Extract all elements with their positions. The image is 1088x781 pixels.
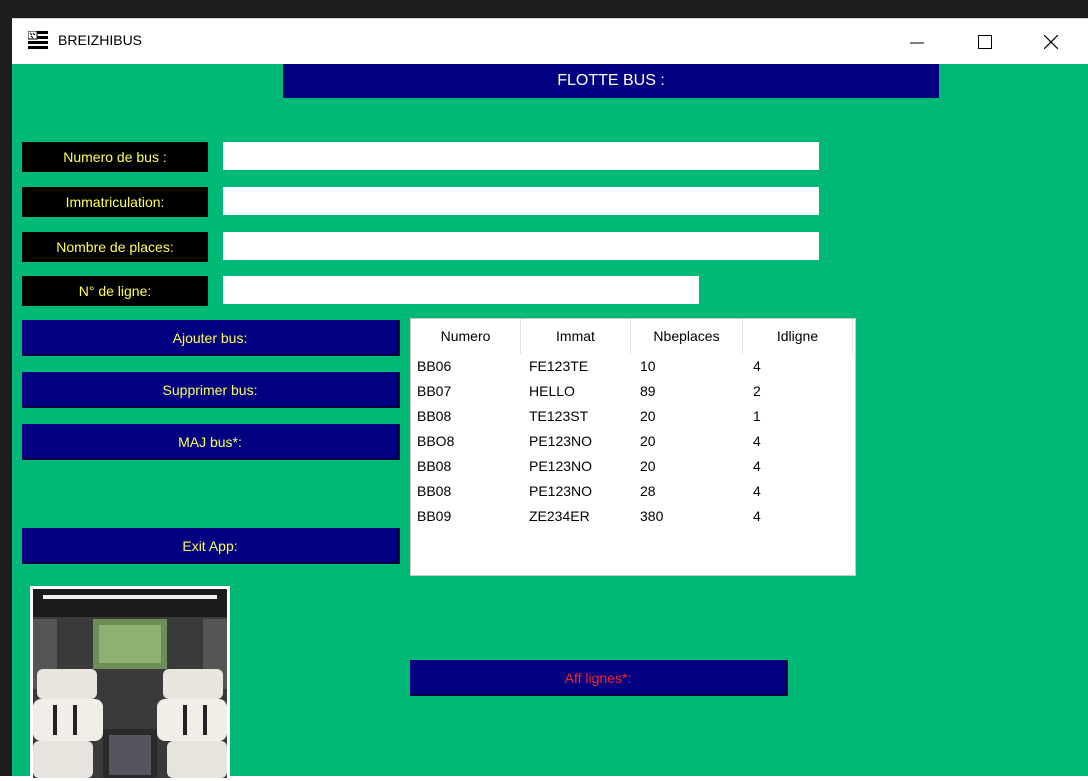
cell-idligne: 4 [753,458,761,474]
column-header-numero[interactable]: Numero [411,319,521,354]
cell-numero: BB07 [417,383,452,399]
cell-nbeplaces: 20 [640,458,656,474]
cell-idligne: 4 [753,433,761,449]
cell-idligne: 4 [753,358,761,374]
cell-numero: BBO8 [417,433,455,449]
client-area: FLOTTE BUS : Numero de bus : Immatricula… [12,64,1088,781]
immat-field[interactable] [223,187,819,215]
table-row[interactable]: BBO8 PE123NO 20 4 [411,429,857,454]
close-button[interactable] [1022,19,1082,65]
page-title: FLOTTE BUS : [283,64,939,98]
update-bus-button[interactable]: MAJ bus*: [22,424,400,460]
cell-immat: FE123TE [529,358,589,374]
column-header-nbeplaces[interactable]: Nbeplaces [631,319,743,354]
table-row[interactable]: BB08 PE123NO 20 4 [411,454,857,479]
close-icon [1044,35,1058,49]
cell-immat: PE123NO [529,458,593,474]
table-row[interactable]: BB09 ZE234ER 380 4 [411,504,857,529]
cell-numero: BB06 [417,358,452,374]
cell-numero: BB08 [417,458,452,474]
cell-immat: HELLO [529,383,575,399]
screen-frame-top [0,0,1088,18]
minimize-button[interactable] [888,19,948,65]
table-row[interactable]: BB08 PE123NO 28 4 [411,479,857,504]
column-header-immat[interactable]: Immat [521,319,631,354]
cell-nbeplaces: 89 [640,383,656,399]
cell-nbeplaces: 10 [640,358,656,374]
title-bar[interactable]: BREIZHIBUS [12,18,1088,65]
cell-nbeplaces: 20 [640,408,656,424]
bus-table[interactable]: Numero Immat Nbeplaces Idligne BB06 FE12… [410,318,856,576]
cell-immat: PE123NO [529,433,593,449]
numero-label: Numero de bus : [22,142,208,172]
app-flag-icon [28,31,48,49]
cell-idligne: 4 [753,483,761,499]
window-title: BREIZHIBUS [58,32,143,48]
app-window: BREIZHIBUS FLOTTE BUS : Numero de bus : … [12,18,1088,781]
cell-numero: BB09 [417,508,452,524]
show-lines-button[interactable]: Aff lignes*: [410,660,788,696]
exit-app-button[interactable]: Exit App: [22,528,400,564]
cell-immat: ZE234ER [529,508,590,524]
table-header: Numero Immat Nbeplaces Idligne [411,319,857,354]
maximize-icon [978,35,992,49]
maximize-button[interactable] [956,19,1016,65]
places-label: Nombre de places: [22,232,208,262]
table-row[interactable]: BB07 HELLO 89 2 [411,379,857,404]
cell-nbeplaces: 28 [640,483,656,499]
immat-label: Immatriculation: [22,187,208,217]
cell-immat: PE123NO [529,483,593,499]
bus-interior-image [33,589,227,778]
cell-numero: BB08 [417,408,452,424]
cell-idligne: 1 [753,408,761,424]
cell-immat: TE123ST [529,408,589,424]
cell-nbeplaces: 380 [640,508,664,524]
cell-numero: BB08 [417,483,452,499]
numero-field[interactable] [223,142,819,170]
minimize-icon [910,42,924,44]
table-row[interactable]: BB08 TE123ST 20 1 [411,404,857,429]
cell-nbeplaces: 20 [640,433,656,449]
column-header-idligne[interactable]: Idligne [743,319,853,354]
cell-idligne: 4 [753,508,761,524]
bus-interior-photo [30,586,230,781]
screen-frame-left [0,18,12,776]
places-field[interactable] [223,232,819,260]
ligne-field[interactable] [223,276,699,304]
cell-idligne: 2 [753,383,761,399]
delete-bus-button[interactable]: Supprimer bus: [22,372,400,408]
ligne-label: N° de ligne: [22,276,208,306]
table-row[interactable]: BB06 FE123TE 10 4 [411,354,857,379]
add-bus-button[interactable]: Ajouter bus: [22,320,400,356]
